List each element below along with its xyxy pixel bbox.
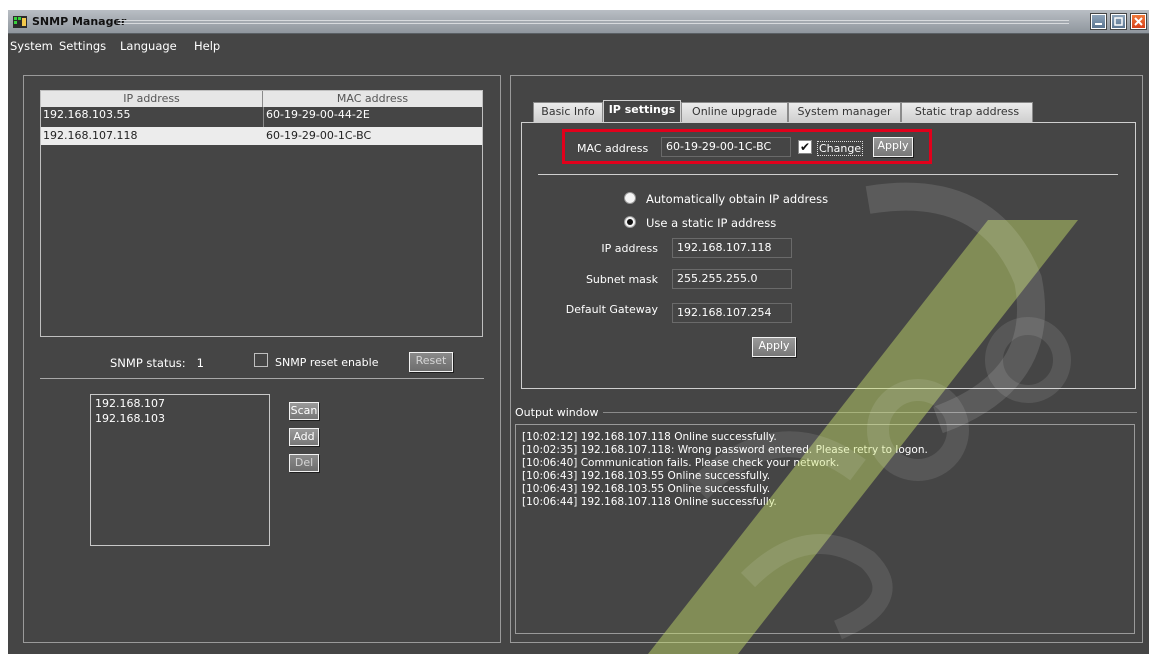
static-ip-label: Use a static IP address bbox=[646, 216, 777, 230]
log-line: [10:06:44] 192.168.107.118 Online succes… bbox=[522, 496, 777, 508]
change-checkbox[interactable]: ✔ bbox=[798, 140, 812, 154]
output-window[interactable]: [10:02:12] 192.168.107.118 Online succes… bbox=[515, 424, 1135, 634]
ip-address-label: IP address bbox=[601, 242, 658, 255]
menu-help[interactable]: Help bbox=[194, 39, 220, 53]
divider bbox=[603, 412, 1137, 413]
ip-address-field[interactable]: 192.168.107.118 bbox=[672, 238, 792, 258]
row-mac: 60-19-29-00-1C-BC bbox=[266, 129, 372, 142]
mac-address-label: MAC address bbox=[577, 142, 649, 155]
subnet-list[interactable]: 192.168.107 192.168.103 bbox=[90, 394, 270, 546]
tab-basic-info[interactable]: Basic Info bbox=[533, 102, 603, 122]
table-row[interactable]: 192.168.103.55 60-19-29-00-44-2E bbox=[41, 107, 482, 123]
tab-static-trap-address[interactable]: Static trap address bbox=[901, 102, 1033, 122]
subnet-mask-field[interactable]: 255.255.255.0 bbox=[672, 269, 792, 289]
menu-settings[interactable]: Settings bbox=[59, 39, 106, 53]
device-table[interactable]: IP address MAC address 192.168.103.55 60… bbox=[40, 90, 483, 337]
mac-address-field[interactable]: 60-19-29-00-1C-BC bbox=[661, 137, 791, 157]
divider bbox=[40, 378, 484, 379]
mac-apply-button[interactable]: Apply bbox=[873, 137, 913, 157]
title-bar[interactable]: SNMP Manager bbox=[8, 10, 1149, 34]
auto-ip-radio[interactable] bbox=[624, 192, 636, 204]
log-line: [10:06:43] 192.168.103.55 Online success… bbox=[522, 483, 771, 495]
window-title: SNMP Manager bbox=[32, 15, 127, 28]
auto-ip-label: Automatically obtain IP address bbox=[646, 192, 829, 206]
column-divider bbox=[263, 107, 264, 127]
table-row-selected[interactable]: 192.168.107.118 60-19-29-00-1C-BC bbox=[41, 127, 482, 145]
snmp-status-value: 1 bbox=[196, 356, 204, 370]
column-mac-address[interactable]: MAC address bbox=[263, 91, 482, 107]
snmp-status-label: SNMP status: bbox=[110, 356, 186, 370]
snmp-reset-enable-label: SNMP reset enable bbox=[275, 356, 379, 369]
static-ip-radio[interactable] bbox=[624, 216, 636, 228]
maximize-icon[interactable] bbox=[1111, 14, 1126, 29]
menu-system[interactable]: System bbox=[10, 39, 53, 53]
default-gateway-label: Default Gateway bbox=[565, 303, 658, 316]
minimize-icon[interactable] bbox=[1091, 14, 1106, 29]
snmp-status: SNMP status: 1 bbox=[110, 356, 204, 370]
device-table-header: IP address MAC address bbox=[41, 91, 482, 107]
snmp-manager-window: SNMP Manager System Settings Language He… bbox=[8, 10, 1149, 654]
menu-bar: System Settings Language Help bbox=[8, 34, 1149, 56]
menu-language[interactable]: Language bbox=[120, 39, 177, 53]
apply-button[interactable]: Apply bbox=[752, 337, 796, 357]
column-ip-address[interactable]: IP address bbox=[41, 91, 263, 107]
tab-system-manager[interactable]: System manager bbox=[788, 102, 901, 122]
log-line: [10:06:40] Communication fails. Please c… bbox=[522, 457, 840, 469]
list-item[interactable]: 192.168.107 bbox=[95, 397, 165, 410]
subnet-mask-label: Subnet mask bbox=[585, 273, 658, 286]
device-panel: IP address MAC address 192.168.103.55 60… bbox=[23, 75, 501, 643]
scan-button[interactable]: Scan bbox=[289, 402, 319, 420]
check-icon: ✔ bbox=[799, 140, 811, 154]
change-label[interactable]: Change bbox=[817, 141, 864, 156]
divider bbox=[538, 174, 1118, 175]
list-item[interactable]: 192.168.103 bbox=[95, 412, 165, 425]
row-ip: 192.168.103.55 bbox=[43, 108, 131, 121]
log-line: [10:02:12] 192.168.107.118 Online succes… bbox=[522, 431, 777, 443]
add-button[interactable]: Add bbox=[289, 428, 319, 446]
ip-settings-body: MAC address 60-19-29-00-1C-BC ✔ Change A… bbox=[521, 122, 1136, 389]
settings-panel: Basic Info IP settings Online upgrade Sy… bbox=[510, 75, 1143, 643]
title-decoration bbox=[118, 20, 1069, 24]
row-ip: 192.168.107.118 bbox=[43, 129, 138, 142]
snmp-reset-checkbox[interactable] bbox=[254, 353, 268, 367]
output-window-title: Output window bbox=[515, 406, 599, 419]
tab-ip-settings[interactable]: IP settings bbox=[603, 100, 681, 122]
reset-button[interactable]: Reset bbox=[409, 352, 453, 372]
close-icon[interactable] bbox=[1131, 14, 1146, 29]
app-icon bbox=[13, 16, 27, 28]
mac-address-group: MAC address 60-19-29-00-1C-BC ✔ Change A… bbox=[562, 129, 932, 164]
log-line: [10:02:35] 192.168.107.118: Wrong passwo… bbox=[522, 444, 928, 456]
log-line: [10:06:43] 192.168.103.55 Online success… bbox=[522, 470, 771, 482]
default-gateway-field[interactable]: 192.168.107.254 bbox=[672, 303, 792, 323]
del-button[interactable]: Del bbox=[289, 454, 319, 472]
tab-online-upgrade[interactable]: Online upgrade bbox=[681, 102, 788, 122]
row-mac: 60-19-29-00-44-2E bbox=[266, 108, 370, 121]
